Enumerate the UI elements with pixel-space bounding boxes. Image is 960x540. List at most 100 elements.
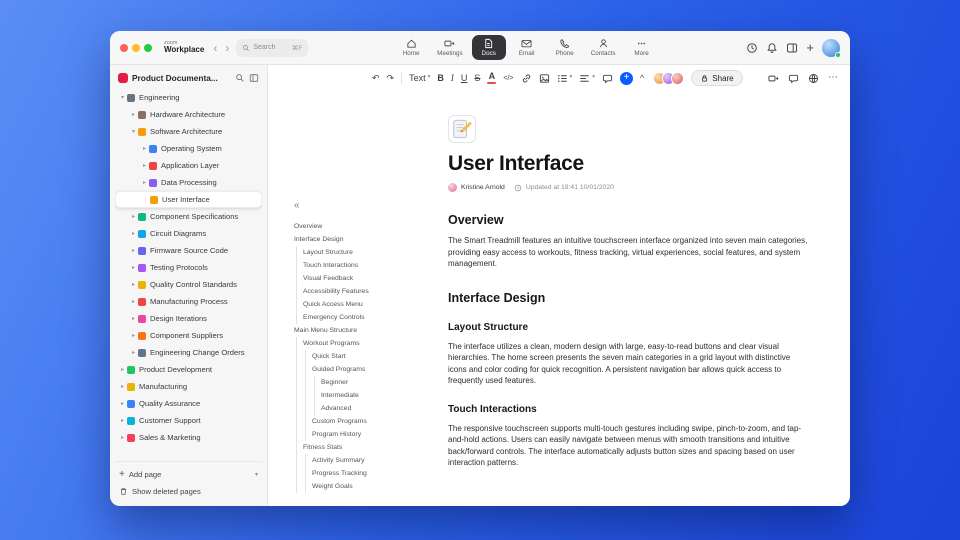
outline-item-activity-summary[interactable]: Activity Summary xyxy=(294,454,412,467)
doc-heading-overview[interactable]: Overview xyxy=(448,213,808,227)
outline-item-beginner[interactable]: Beginner xyxy=(294,376,412,389)
align-dropdown[interactable]: ▾ xyxy=(579,73,595,84)
doc-heading-interface-design[interactable]: Interface Design xyxy=(448,291,808,305)
bold-button[interactable]: B xyxy=(437,73,444,83)
bulleted-list-dropdown[interactable]: ▾ xyxy=(557,73,572,84)
outline-item-fitness-stats[interactable]: Fitness Stats xyxy=(294,441,412,454)
more-options-icon[interactable]: ⋯ xyxy=(828,73,838,83)
share-button[interactable]: Share xyxy=(691,70,743,86)
chevron-right-icon[interactable]: ▸ xyxy=(140,146,149,152)
sidebar-item-data-processing[interactable]: ▸ Data Processing xyxy=(115,174,262,191)
outline-item-quick-start[interactable]: Quick Start xyxy=(294,350,412,363)
chevron-right-icon[interactable]: ▸ xyxy=(129,112,138,118)
text-style-dropdown[interactable]: Text ▾ xyxy=(409,73,430,83)
outline-item-guided-programs[interactable]: Guided Programs xyxy=(294,363,412,376)
doc-paragraph[interactable]: The interface utilizes a clean, modern d… xyxy=(448,341,808,387)
comment-button[interactable] xyxy=(602,73,613,84)
add-page-button[interactable]: + Add page ▾ xyxy=(115,466,262,483)
insert-block-button[interactable]: + xyxy=(620,71,634,85)
sidebar-item-software-architecture[interactable]: ▾ Software Architecture xyxy=(115,123,262,140)
chevron-right-icon[interactable]: ▸ xyxy=(118,401,127,407)
history-icon[interactable] xyxy=(746,42,758,54)
tab-home[interactable]: Home xyxy=(394,35,428,60)
insert-image-button[interactable] xyxy=(539,73,550,84)
tab-phone[interactable]: Phone xyxy=(548,35,582,60)
doc-body[interactable]: Overview The Smart Treadmill features an … xyxy=(448,213,808,469)
sidebar-item-sales-marketing[interactable]: ▸ Sales & Marketing xyxy=(115,429,262,446)
sidebar-item-firmware-source-code[interactable]: ▸ Firmware Source Code xyxy=(115,242,262,259)
chevron-right-icon[interactable]: ▸ xyxy=(118,418,127,424)
outline-item-touch-interactions[interactable]: Touch Interactions xyxy=(294,259,412,272)
undo-button[interactable]: ↶ xyxy=(372,73,380,83)
global-search-input[interactable]: Search ⌘F xyxy=(236,38,309,57)
outline-item-workout-programs[interactable]: Workout Programs xyxy=(294,337,412,350)
show-deleted-pages-button[interactable]: Show deleted pages xyxy=(115,483,262,500)
outline-item-interface-design[interactable]: Interface Design xyxy=(294,233,412,246)
doc-heading-layout-structure[interactable]: Layout Structure xyxy=(448,322,808,333)
chevron-right-icon[interactable]: ▸ xyxy=(140,180,149,186)
chevron-right-icon[interactable]: ▸ xyxy=(129,265,138,271)
chevron-right-icon[interactable]: ▸ xyxy=(118,384,127,390)
chevron-right-icon[interactable]: ▸ xyxy=(118,367,127,373)
close-window-button[interactable] xyxy=(120,43,128,52)
chevron-right-icon[interactable]: ▸ xyxy=(129,248,138,254)
sidebar-item-product-development[interactable]: ▸ Product Development xyxy=(115,361,262,378)
chevron-right-icon[interactable]: ▸ xyxy=(129,316,138,322)
collapse-outline-icon[interactable]: « xyxy=(294,201,412,211)
sidebar-item-manufacturing[interactable]: ▸ Manufacturing xyxy=(115,378,262,395)
text-color-button[interactable]: A xyxy=(487,72,497,84)
underline-button[interactable]: U xyxy=(461,73,468,83)
sidebar-item-application-layer[interactable]: ▸ Application Layer xyxy=(115,157,262,174)
sidebar-item-component-suppliers[interactable]: ▸ Component Suppliers xyxy=(115,327,262,344)
inline-code-button[interactable]: </> xyxy=(503,75,513,82)
collaborator-avatars[interactable] xyxy=(653,71,685,85)
sidebar-item-component-specifications[interactable]: ▸ Component Specifications xyxy=(115,208,262,225)
chevron-right-icon[interactable]: ▸ xyxy=(140,163,149,169)
sidebar-item-hardware-architecture[interactable]: ▸ Hardware Architecture xyxy=(115,106,262,123)
outline-item-custom-programs[interactable]: Custom Programs xyxy=(294,415,412,428)
outline-item-progress-tracking[interactable]: Progress Tracking xyxy=(294,467,412,480)
chevron-down-icon[interactable]: ▾ xyxy=(129,129,138,135)
doc-paragraph[interactable]: The responsive touchscreen supports mult… xyxy=(448,423,808,469)
chevron-right-icon[interactable]: ▸ xyxy=(129,282,138,288)
page-title[interactable]: User Interface xyxy=(448,152,808,176)
sidebar-item-user-interface[interactable]: User Interface xyxy=(115,191,262,208)
chevron-right-icon[interactable]: ▸ xyxy=(129,231,138,237)
globe-icon[interactable] xyxy=(808,73,819,84)
collapse-sidebar-icon[interactable] xyxy=(249,73,259,83)
chevron-down-icon[interactable]: ▾ xyxy=(255,471,258,478)
sidebar-item-customer-support[interactable]: ▸ Customer Support xyxy=(115,412,262,429)
sidebar-item-engineering-change-orders[interactable]: ▸ Engineering Change Orders xyxy=(115,344,262,361)
outline-item-weight-goals[interactable]: Weight Goals xyxy=(294,480,412,493)
outline-item-overview[interactable]: Overview xyxy=(294,220,412,233)
tab-docs[interactable]: Docs xyxy=(471,35,506,60)
chevron-right-icon[interactable]: ▸ xyxy=(129,299,138,305)
chevron-right-icon[interactable]: ▸ xyxy=(129,350,138,356)
outline-item-intermediate[interactable]: Intermediate xyxy=(294,389,412,402)
outline-item-main-menu-structure[interactable]: Main Menu Structure xyxy=(294,324,412,337)
doc-paragraph[interactable]: The Smart Treadmill features an intuitiv… xyxy=(448,235,808,270)
tab-meetings[interactable]: Meetings xyxy=(432,35,468,60)
redo-button[interactable]: ↷ xyxy=(387,73,395,83)
sidebar-item-quality-control-standards[interactable]: ▸ Quality Control Standards xyxy=(115,276,262,293)
sidebar-item-design-iterations[interactable]: ▸ Design Iterations xyxy=(115,310,262,327)
outline-item-layout-structure[interactable]: Layout Structure xyxy=(294,246,412,259)
zoom-window-button[interactable] xyxy=(144,43,152,52)
side-panel-icon[interactable] xyxy=(786,42,798,54)
tab-more[interactable]: More xyxy=(625,35,659,60)
doc-heading-touch-interactions[interactable]: Touch Interactions xyxy=(448,404,808,415)
tab-contacts[interactable]: Contacts xyxy=(586,35,621,60)
sidebar-item-manufacturing-process[interactable]: ▸ Manufacturing Process xyxy=(115,293,262,310)
outline-item-quick-access-menu[interactable]: Quick Access Menu xyxy=(294,298,412,311)
outline-item-visual-feedback[interactable]: Visual Feedback xyxy=(294,272,412,285)
tab-email[interactable]: Email xyxy=(510,35,544,60)
outline-item-emergency-controls[interactable]: Emergency Controls xyxy=(294,311,412,324)
sidebar-item-quality-assurance[interactable]: ▸ Quality Assurance xyxy=(115,395,262,412)
sidebar-item-engineering[interactable]: ▾ Engineering xyxy=(115,89,262,106)
nav-back-button[interactable]: ‹ xyxy=(212,42,218,54)
minimize-window-button[interactable] xyxy=(132,43,140,52)
chevron-right-icon[interactable]: ▸ xyxy=(129,214,138,220)
outline-item-accessibility-features[interactable]: Accessibility Features xyxy=(294,285,412,298)
chevron-right-icon[interactable]: ▸ xyxy=(129,333,138,339)
chevron-down-icon[interactable]: ▾ xyxy=(118,95,127,101)
